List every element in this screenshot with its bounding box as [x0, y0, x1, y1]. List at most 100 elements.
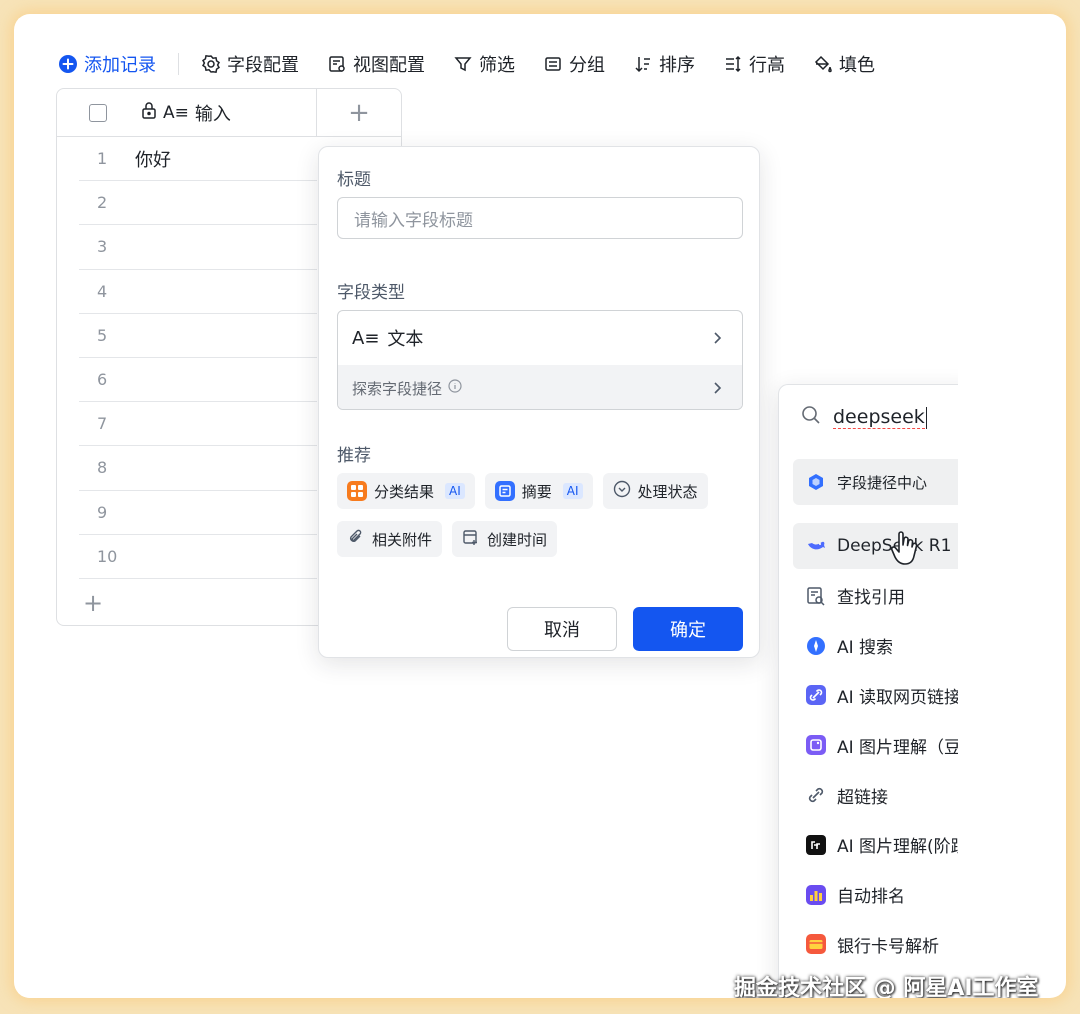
shortcut-item[interactable]: AI 读取网页链接: [793, 672, 958, 718]
recommend-chip-summary[interactable]: 摘要 AI: [484, 473, 593, 509]
gear-icon: [201, 54, 221, 74]
fill-color-button[interactable]: 填色: [813, 51, 875, 77]
group-label: 分组: [569, 55, 605, 76]
recommend-chip-created-time[interactable]: 创建时间: [452, 521, 558, 557]
row-number: 3: [97, 237, 108, 257]
deepseek-whale-icon: [805, 535, 827, 557]
field-config-button[interactable]: 字段配置: [201, 51, 299, 77]
image-understand-icon: [805, 734, 827, 756]
toolbar-divider: [178, 53, 179, 75]
field-title-input[interactable]: 请输入字段标题: [337, 197, 743, 239]
table-rows: 1 你好 2 3 4 5 6 7 8 9 10: [79, 137, 317, 579]
shortcut-item[interactable]: DeepSeek R1: [793, 523, 958, 569]
chip-label: 摘要: [521, 482, 552, 501]
row-height-icon: [723, 54, 743, 74]
shortcut-search-panel: deepseek 字段捷径中心 DeepSeek R1 查找引用 AI 搜索 AI 读…: [778, 384, 958, 998]
explore-shortcut-option[interactable]: 探索字段捷径: [338, 365, 742, 409]
recommend-chip-status[interactable]: 处理状态: [602, 473, 708, 509]
row-height-button[interactable]: 行高: [723, 51, 785, 77]
hand-pointer-icon: [890, 531, 918, 565]
table-header: A≡ 输入: [57, 89, 317, 137]
chip-label: 相关附件: [372, 530, 433, 549]
lock-icon: [141, 101, 157, 124]
field-type-option[interactable]: A≡ 文本: [338, 311, 742, 365]
recommend-label: 推荐: [337, 446, 371, 466]
calendar-add-icon: [462, 528, 480, 550]
shortcut-item-label: AI 图片理解(阶跃星辰): [837, 837, 958, 858]
plus-circle-icon: [58, 54, 78, 74]
link-reader-icon: [805, 684, 827, 706]
group-icon: [543, 54, 563, 74]
confirm-button[interactable]: 确定: [633, 607, 743, 651]
cancel-button[interactable]: 取消: [507, 607, 617, 651]
shortcut-search-input[interactable]: deepseek: [801, 405, 927, 430]
field-type-value: 文本: [387, 329, 424, 350]
add-record-button[interactable]: 添加记录: [58, 51, 156, 77]
group-button[interactable]: 分组: [543, 51, 605, 77]
title-label: 标题: [337, 170, 371, 190]
table-row[interactable]: 3: [79, 225, 317, 270]
field-type-label: 字段类型: [337, 283, 405, 303]
row-number: 1: [97, 149, 108, 169]
app-canvas: 添加记录 字段配置 视图配置 筛选 分组 排序 行高 填色 A≡ 输入 + 1 …: [18, 18, 958, 998]
bank-card-icon: [805, 933, 827, 955]
search-value: deepseek: [833, 406, 925, 430]
shortcut-item[interactable]: 超链接: [793, 772, 958, 818]
view-config-button[interactable]: 视图配置: [327, 51, 425, 77]
shortcut-item-label: 查找引用: [837, 588, 905, 609]
shortcut-item[interactable]: 银行卡号解析: [793, 921, 958, 967]
shortcut-item[interactable]: 查找引用: [793, 573, 958, 619]
table-row[interactable]: 9: [79, 491, 317, 535]
select-all-checkbox[interactable]: [89, 103, 107, 122]
table-row[interactable]: 8: [79, 446, 317, 491]
recommend-chip-category[interactable]: 分类结果 AI: [337, 473, 475, 509]
hyperlink-icon: [805, 784, 827, 806]
text-type-icon: A≡: [163, 102, 189, 123]
sort-button[interactable]: 排序: [633, 51, 695, 77]
text-type-icon: A≡: [352, 327, 380, 349]
table-row[interactable]: 10: [79, 535, 317, 579]
column-header-input[interactable]: A≡ 输入: [141, 100, 231, 126]
filter-button[interactable]: 筛选: [453, 51, 515, 77]
shortcut-item-label: 自动排名: [837, 887, 905, 908]
shortcut-center-label: 字段捷径中心: [837, 473, 928, 492]
shortcut-item[interactable]: AI 搜索: [793, 623, 958, 669]
shortcut-item-label: 超链接: [837, 787, 888, 808]
table-row[interactable]: 6: [79, 358, 317, 403]
recommend-chip-attachment[interactable]: 相关附件: [337, 521, 443, 557]
table-row[interactable]: 7: [79, 402, 317, 447]
table-row[interactable]: 1 你好: [79, 137, 317, 182]
shortcut-item-label: AI 图片理解（豆包）: [837, 737, 958, 758]
view-config-icon: [327, 54, 347, 74]
search-icon: [801, 405, 821, 430]
table-row[interactable]: 2: [79, 181, 317, 226]
sort-label: 排序: [659, 55, 695, 76]
add-row-button[interactable]: +: [83, 589, 103, 617]
category-icon: [347, 481, 367, 501]
row-number: 7: [97, 414, 108, 434]
filter-label: 筛选: [479, 55, 515, 76]
table-row[interactable]: 4: [79, 270, 317, 314]
add-record-label: 添加记录: [84, 55, 156, 76]
row-height-label: 行高: [749, 55, 785, 76]
shortcut-item[interactable]: 自动排名: [793, 872, 958, 918]
paperclip-icon: [347, 528, 365, 550]
row-number: 8: [97, 458, 108, 478]
row-number: 4: [97, 281, 108, 301]
status-check-icon: [613, 480, 631, 502]
cell-value[interactable]: 你好: [135, 146, 171, 172]
shortcut-item-label: 银行卡号解析: [837, 936, 939, 957]
shortcut-item[interactable]: AI 图片理解(阶跃星辰): [793, 822, 958, 868]
chevron-right-icon: [714, 332, 722, 344]
lookup-icon: [805, 585, 827, 607]
fill-color-label: 填色: [839, 55, 875, 76]
add-column-button[interactable]: +: [317, 89, 401, 137]
shortcut-item[interactable]: AI 图片理解（豆包）: [793, 722, 958, 768]
row-number: 9: [97, 502, 108, 522]
toolbar: 添加记录 字段配置 视图配置 筛选 分组 排序 行高 填色: [58, 46, 903, 82]
text-cursor: [925, 406, 927, 429]
table-row[interactable]: 5: [79, 314, 317, 358]
stepfun-icon: [805, 834, 827, 856]
chip-label: 分类结果: [374, 482, 435, 501]
shortcut-center-item[interactable]: 字段捷径中心: [793, 459, 958, 505]
